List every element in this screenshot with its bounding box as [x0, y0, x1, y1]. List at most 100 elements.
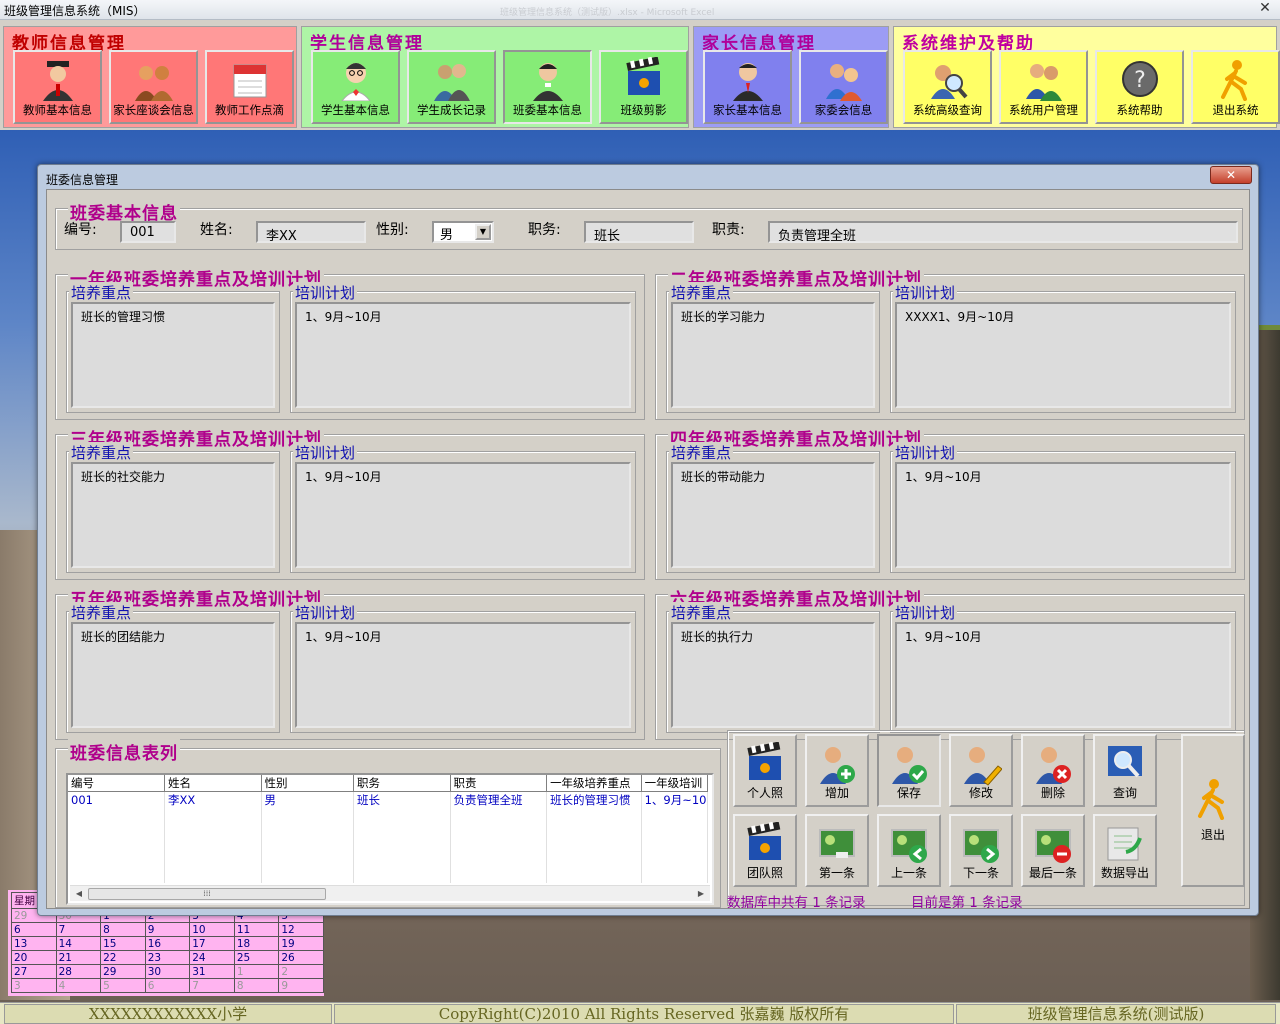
column-header[interactable]: 姓名: [164, 775, 262, 792]
window-actions-row2-2-button[interactable]: 上一条: [877, 814, 941, 887]
system-help-button[interactable]: ? 系统帮助: [1095, 50, 1184, 124]
table-cell[interactable]: 班长的管理习惯: [546, 791, 642, 808]
calendar-day[interactable]: 19: [278, 936, 324, 951]
calendar-day[interactable]: 7: [55, 922, 102, 937]
calendar-day[interactable]: 28: [55, 964, 102, 979]
calendar-day[interactable]: 30: [144, 964, 191, 979]
calendar-day[interactable]: 14: [55, 936, 102, 951]
calendar-day[interactable]: 5: [100, 978, 146, 993]
calendar-day[interactable]: 6: [11, 922, 57, 937]
calendar-day[interactable]: 9: [278, 978, 324, 993]
table-cell[interactable]: 1、9月~10月: [641, 791, 709, 808]
focus-memo[interactable]: 班长的学习能力: [671, 302, 875, 408]
window-actions-row2-5-button[interactable]: 数据导出: [1093, 814, 1157, 887]
calendar-day[interactable]: 11: [233, 922, 280, 937]
table-cell[interactable]: 李XX: [164, 791, 262, 808]
window-actions-row2-4-button[interactable]: 最后一条: [1021, 814, 1085, 887]
calendar-day[interactable]: 29: [100, 964, 146, 979]
calendar-day[interactable]: 17: [189, 936, 235, 951]
calendar-day[interactable]: 24: [189, 950, 235, 965]
window-actions-row2-1-button[interactable]: 第一条: [805, 814, 869, 887]
parent-committee-button[interactable]: 家委会信息: [799, 50, 888, 124]
table-row[interactable]: 001李XX男班长负责管理全班班长的管理习惯1、9月~10月: [68, 791, 709, 808]
focus-memo[interactable]: 班长的社交能力: [71, 462, 275, 568]
calendar-day[interactable]: 15: [100, 936, 146, 951]
chevron-down-icon[interactable]: ▼: [475, 224, 491, 240]
calendar-day[interactable]: 27: [11, 964, 57, 979]
window-close-button[interactable]: ✕: [1210, 166, 1252, 184]
calendar-day[interactable]: 13: [11, 936, 57, 951]
class-gallery-button[interactable]: 班级剪影: [599, 50, 688, 124]
window-actions-row2-0-button[interactable]: 团队照: [733, 814, 797, 887]
name-field[interactable]: 李XX: [256, 221, 366, 243]
window-actions-row1-3-button[interactable]: 修改: [949, 734, 1013, 807]
student-info-button[interactable]: 学生基本信息: [311, 50, 400, 124]
calendar-day[interactable]: 1: [233, 964, 280, 979]
calendar-day[interactable]: 16: [144, 936, 191, 951]
plan-memo[interactable]: 1、9月~10月: [895, 622, 1231, 728]
calendar-day[interactable]: 9: [144, 922, 191, 937]
committee-table[interactable]: 编号 姓名 性别 职务 职责 一年级培养重点 一年级培训 001 李XX 男班长 负责管理全班 班长…: [66, 773, 714, 905]
position-field[interactable]: 班长: [584, 221, 694, 243]
id-field[interactable]: 001: [120, 221, 176, 243]
table-cell[interactable]: 男: [261, 791, 355, 808]
exit-button[interactable]: 退出: [1181, 734, 1245, 887]
window-actions-row1-2-button[interactable]: 保存: [877, 734, 941, 807]
scroll-thumb[interactable]: ⁞⁞⁞: [88, 888, 326, 900]
column-header[interactable]: 一年级培训: [641, 775, 709, 792]
scroll-right-icon[interactable]: ▶: [694, 887, 708, 901]
gender-select[interactable]: 男 ▼: [432, 221, 494, 243]
window-actions-row1-1-button[interactable]: 增加: [805, 734, 869, 807]
calendar-day[interactable]: 26: [278, 950, 324, 965]
plan-memo[interactable]: 1、9月~10月: [295, 462, 631, 568]
user-management-button[interactable]: 系统用户管理: [999, 50, 1088, 124]
teacher-work-notes-button[interactable]: 教师工作点滴: [205, 50, 294, 124]
calendar-day[interactable]: 3: [11, 978, 57, 993]
calendar-day[interactable]: 25: [233, 950, 280, 965]
focus-memo[interactable]: 班长的管理习惯: [71, 302, 275, 408]
class-committee-button[interactable]: 班委基本信息: [503, 50, 592, 124]
focus-memo[interactable]: 班长的带动能力: [671, 462, 875, 568]
calendar-day[interactable]: 20: [11, 950, 57, 965]
column-header[interactable]: 职责: [450, 775, 548, 792]
teacher-info-button[interactable]: 教师基本信息: [13, 50, 102, 124]
calendar-day[interactable]: 31: [189, 964, 235, 979]
calendar-day[interactable]: 22: [100, 950, 146, 965]
horizontal-scrollbar[interactable]: ◀ ⁞⁞⁞ ▶: [70, 885, 710, 901]
student-growth-button[interactable]: 学生成长记录: [407, 50, 496, 124]
exit-system-button[interactable]: 退出系统: [1191, 50, 1280, 124]
calendar-day[interactable]: 4: [55, 978, 102, 993]
scroll-left-icon[interactable]: ◀: [72, 887, 86, 901]
plan-memo[interactable]: 1、9月~10月: [295, 622, 631, 728]
focus-memo[interactable]: 班长的团结能力: [71, 622, 275, 728]
column-header[interactable]: 一年级培养重点: [546, 775, 642, 792]
calendar-day[interactable]: 21: [55, 950, 102, 965]
calendar-day[interactable]: 12: [278, 922, 324, 937]
calendar-day[interactable]: 2: [278, 964, 324, 979]
calendar-day[interactable]: 8: [233, 978, 280, 993]
window-actions-row2-3-button[interactable]: 下一条: [949, 814, 1013, 887]
calendar-day[interactable]: 6: [144, 978, 191, 993]
window-actions-row1-4-button[interactable]: 删除: [1021, 734, 1085, 807]
calendar-day[interactable]: 23: [144, 950, 191, 965]
focus-memo[interactable]: 班长的执行力: [671, 622, 875, 728]
calendar-day[interactable]: 7: [189, 978, 235, 993]
calendar-day[interactable]: 18: [233, 936, 280, 951]
column-header[interactable]: 性别: [261, 775, 355, 792]
parents-meeting-button[interactable]: 家长座谈会信息: [109, 50, 198, 124]
app-close-button[interactable]: ✕: [1254, 0, 1276, 18]
column-header[interactable]: 编号: [68, 775, 166, 792]
plan-memo[interactable]: XXXX1、9月~10月: [895, 302, 1231, 408]
plan-memo[interactable]: 1、9月~10月: [295, 302, 631, 408]
table-cell[interactable]: 班长: [353, 791, 451, 808]
table-cell[interactable]: 负责管理全班: [450, 791, 548, 808]
calendar-day[interactable]: 8: [100, 922, 146, 937]
duty-field[interactable]: 负责管理全班: [768, 221, 1238, 243]
calendar-day[interactable]: 10: [189, 922, 235, 937]
advanced-search-button[interactable]: 系统高级查询: [903, 50, 992, 124]
window-actions-row1-0-button[interactable]: 个人照: [733, 734, 797, 807]
plan-memo[interactable]: 1、9月~10月: [895, 462, 1231, 568]
table-cell[interactable]: 001: [68, 791, 166, 808]
parent-info-button[interactable]: 家长基本信息: [703, 50, 792, 124]
column-header[interactable]: 职务: [353, 775, 451, 792]
